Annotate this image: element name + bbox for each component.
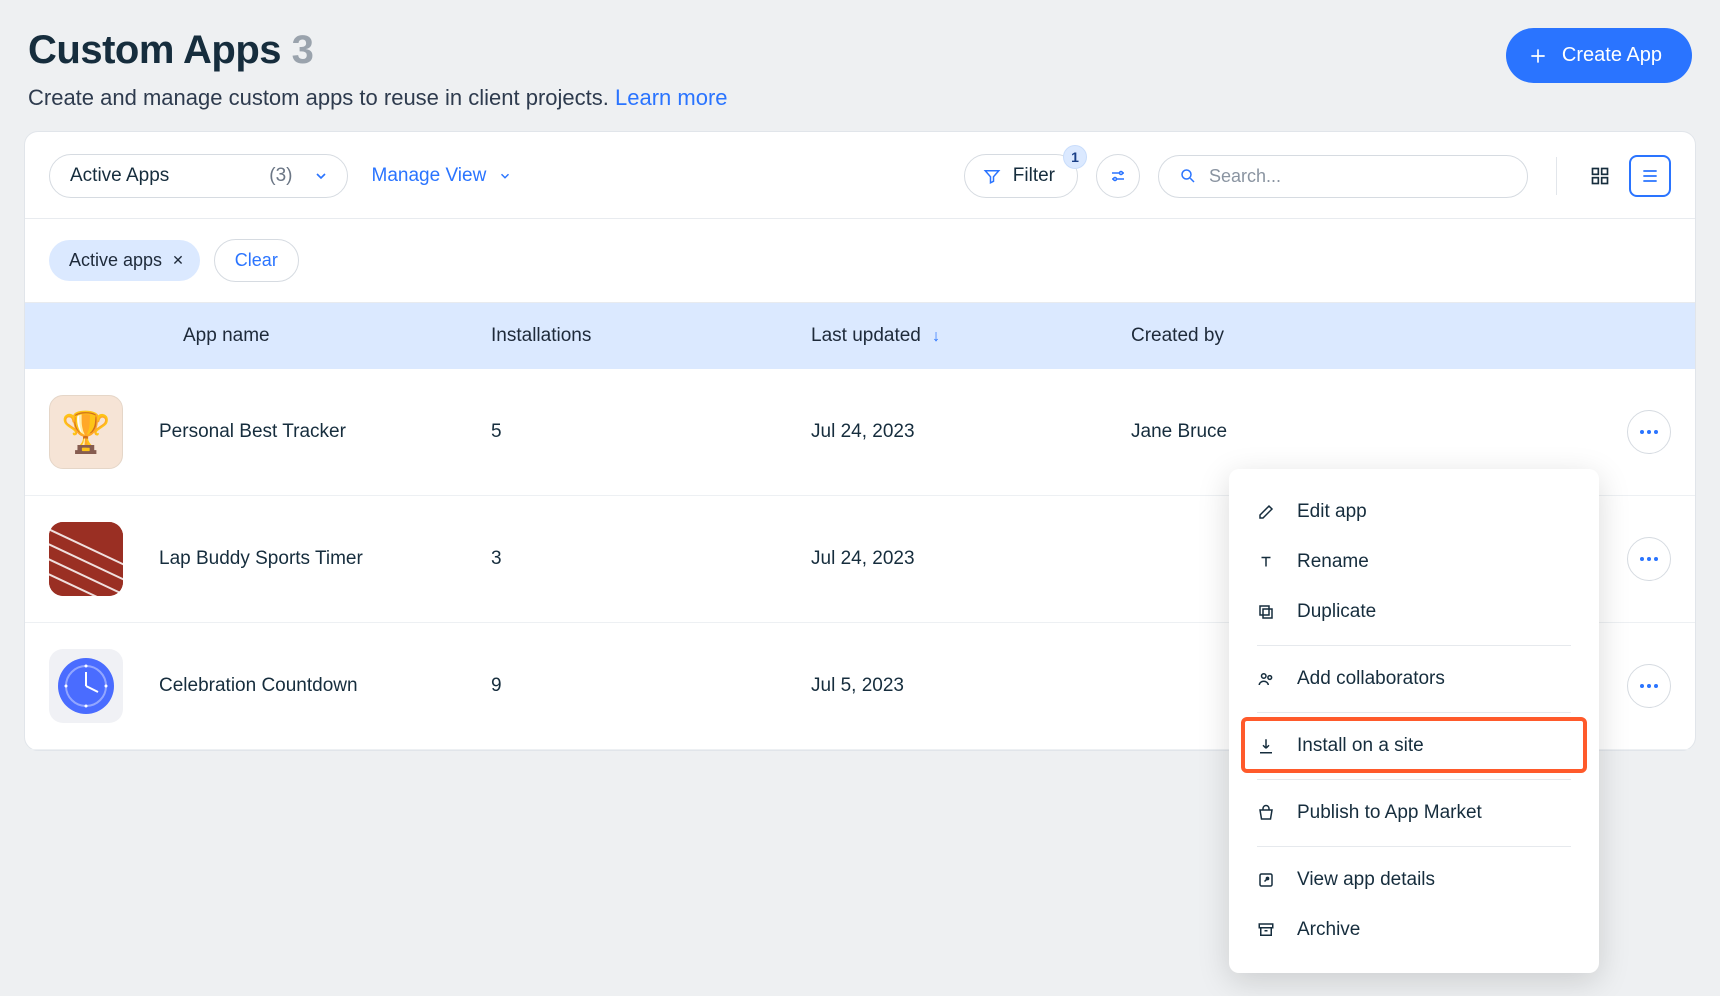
search-input[interactable] (1209, 166, 1507, 187)
view-select-label: Active Apps (70, 165, 169, 187)
row-actions-button[interactable] (1627, 664, 1671, 708)
menu-separator (1257, 645, 1571, 646)
page-title-count: 3 (292, 28, 314, 72)
close-icon[interactable]: ✕ (172, 252, 184, 269)
page-titles: Custom Apps 3 Create and manage custom a… (28, 28, 728, 111)
sliders-icon (1109, 167, 1127, 185)
column-name[interactable]: App name (49, 325, 491, 347)
create-app-button[interactable]: Create App (1506, 28, 1692, 83)
menu-publish[interactable]: Publish to App Market (1229, 788, 1599, 838)
view-select-count: (3) (269, 165, 292, 187)
grid-icon (1590, 166, 1610, 186)
learn-more-link[interactable]: Learn more (615, 85, 728, 110)
menu-archive[interactable]: Archive (1229, 905, 1599, 955)
more-horizontal-icon (1639, 556, 1659, 562)
page-header: Custom Apps 3 Create and manage custom a… (28, 28, 1692, 111)
filter-label: Filter (1013, 165, 1055, 187)
menu-separator (1257, 712, 1571, 713)
app-icon-trophy: 🏆 (49, 395, 123, 469)
menu-edit-app[interactable]: Edit app (1229, 487, 1599, 537)
row-actions-button[interactable] (1627, 537, 1671, 581)
subtitle-text: Create and manage custom apps to reuse i… (28, 85, 609, 110)
menu-separator (1257, 846, 1571, 847)
archive-icon (1257, 921, 1279, 939)
manage-view-label: Manage View (372, 165, 487, 187)
column-installations[interactable]: Installations (491, 325, 811, 347)
pencil-icon (1257, 503, 1279, 521)
column-last-updated[interactable]: Last updated ↓ (811, 325, 1131, 347)
duplicate-icon (1257, 603, 1279, 621)
list-icon (1640, 166, 1660, 186)
menu-rename[interactable]: Rename (1229, 537, 1599, 587)
toolbar: Active Apps (3) Manage View Filter 1 (25, 132, 1695, 219)
grid-view-button[interactable] (1579, 155, 1621, 197)
toolbar-divider (1556, 157, 1557, 195)
row-actions-button[interactable] (1627, 410, 1671, 454)
create-app-label: Create App (1562, 44, 1662, 67)
manage-view-button[interactable]: Manage View (372, 165, 513, 187)
installations-value: 5 (491, 421, 811, 443)
updated-value: Jul 5, 2023 (811, 675, 1131, 697)
list-view-button[interactable] (1629, 155, 1671, 197)
menu-view-details[interactable]: View app details (1229, 855, 1599, 905)
menu-add-collaborators[interactable]: Add collaborators (1229, 654, 1599, 704)
apps-panel: Active Apps (3) Manage View Filter 1 (24, 131, 1696, 751)
chip-label: Active apps (69, 250, 162, 271)
more-horizontal-icon (1639, 429, 1659, 435)
created-by-value: Jane Bruce (1131, 421, 1551, 443)
market-icon (1257, 804, 1279, 822)
details-icon (1257, 871, 1279, 889)
menu-install-on-site[interactable]: Install on a site (1229, 721, 1599, 771)
page-title: Custom Apps 3 (28, 28, 728, 73)
people-icon (1257, 670, 1279, 688)
funnel-icon (983, 167, 1001, 185)
download-icon (1257, 737, 1279, 755)
chevron-down-icon (498, 169, 512, 183)
page-subtitle: Create and manage custom apps to reuse i… (28, 85, 728, 111)
app-name: Celebration Countdown (159, 675, 358, 697)
plus-icon (1528, 46, 1548, 66)
app-name: Lap Buddy Sports Timer (159, 548, 363, 570)
menu-duplicate[interactable]: Duplicate (1229, 587, 1599, 637)
adjust-button[interactable] (1096, 154, 1140, 198)
app-icon-clock (49, 649, 123, 723)
more-horizontal-icon (1639, 683, 1659, 689)
app-name: Personal Best Tracker (159, 421, 346, 443)
text-icon (1257, 553, 1279, 571)
filter-button[interactable]: Filter 1 (964, 154, 1078, 198)
sort-descending-icon: ↓ (932, 328, 940, 345)
clear-filters-button[interactable]: Clear (214, 239, 299, 282)
installations-value: 9 (491, 675, 811, 697)
installations-value: 3 (491, 548, 811, 570)
updated-value: Jul 24, 2023 (811, 421, 1131, 443)
page-title-text: Custom Apps (28, 28, 281, 72)
search-icon (1179, 167, 1197, 185)
view-select[interactable]: Active Apps (3) (49, 154, 348, 198)
app-icon-track (49, 522, 123, 596)
menu-separator (1257, 779, 1571, 780)
chevron-down-icon (313, 168, 329, 184)
column-created-by[interactable]: Created by (1131, 325, 1551, 347)
row-context-menu: Edit app Rename Duplicate Add collaborat (1229, 469, 1599, 973)
table-header: App name Installations Last updated ↓ Cr… (25, 303, 1695, 369)
search-box[interactable] (1158, 155, 1528, 198)
table-body: 🏆 Personal Best Tracker 5 Jul 24, 2023 J… (25, 369, 1695, 750)
active-apps-chip[interactable]: Active apps ✕ (49, 240, 200, 281)
filter-badge: 1 (1063, 145, 1087, 169)
filter-chips-row: Active apps ✕ Clear (25, 219, 1695, 303)
layout-toggle (1579, 155, 1671, 197)
updated-value: Jul 24, 2023 (811, 548, 1131, 570)
